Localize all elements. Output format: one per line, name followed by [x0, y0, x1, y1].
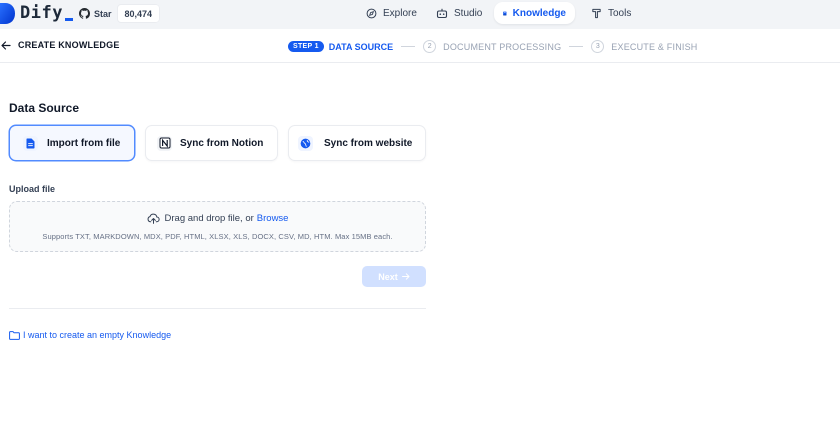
arrow-right-icon: [401, 273, 410, 280]
dify-logo-icon: [0, 2, 15, 24]
notion-icon: [159, 137, 170, 149]
step-1-badge: STEP 1: [288, 41, 324, 52]
sync-from-website-label: Sync from website: [324, 137, 413, 149]
robot-icon: [436, 8, 448, 18]
nav-explore-label: Explore: [383, 7, 417, 19]
nav-knowledge[interactable]: Knowledge: [494, 2, 575, 24]
stepper: STEP 1 DATA SOURCE 2 DOCUMENT PROCESSING…: [288, 40, 698, 53]
nav-tools-label: Tools: [608, 7, 632, 19]
compass-icon: [366, 8, 377, 18]
github-star-count: 80,474: [116, 4, 161, 23]
logo-cursor: [64, 17, 73, 21]
create-empty-knowledge-label: I want to create an empty Knowledge: [23, 330, 172, 340]
next-button[interactable]: Next: [362, 266, 426, 287]
step-divider: [401, 46, 416, 47]
globe-icon: [300, 138, 311, 148]
nav-knowledge-label: Knowledge: [512, 7, 566, 19]
github-icon: [79, 8, 90, 19]
sync-from-notion-label: Sync from Notion: [180, 137, 264, 149]
drop-text: Drag and drop file, or: [164, 213, 254, 224]
dify-logo[interactable]: Dify: [0, 1, 73, 25]
import-from-file-option[interactable]: Import from file: [9, 125, 135, 161]
github-star-button[interactable]: Star 80,474: [74, 4, 161, 23]
step-3-badge: 3: [591, 40, 605, 53]
step-1-label: DATA SOURCE: [328, 41, 394, 52]
upload-file-label: Upload file: [9, 184, 56, 194]
sync-from-notion-option[interactable]: Sync from Notion: [145, 125, 278, 161]
data-source-title: Data Source: [9, 101, 80, 115]
back-button[interactable]: CREATE KNOWLEDGE: [1, 40, 120, 50]
nav-studio-label: Studio: [454, 7, 483, 19]
top-navigation-bar: Dify Star 80,474 Explore Studio Knowledg…: [0, 0, 840, 29]
github-star-label: Star: [94, 8, 112, 19]
create-empty-knowledge-link[interactable]: I want to create an empty Knowledge: [9, 330, 171, 340]
supported-formats-text: Supports TXT, MARKDOWN, MDX, PDF, HTML, …: [42, 232, 393, 241]
app-name: Dify: [20, 3, 63, 23]
step-2-badge: 2: [423, 40, 437, 53]
next-button-label: Next: [378, 271, 398, 282]
browse-link[interactable]: Browse: [257, 213, 289, 224]
section-divider: [9, 308, 426, 309]
arrow-left-icon: [1, 40, 11, 50]
step-divider: [569, 46, 584, 47]
folder-icon: [9, 330, 20, 340]
nav-tools[interactable]: Tools: [582, 2, 640, 24]
import-from-file-label: Import from file: [47, 137, 121, 149]
file-dropzone[interactable]: Drag and drop file, or Browse Supports T…: [9, 201, 426, 252]
hammer-icon: [592, 8, 601, 18]
step-3-label: EXECUTE & FINISH: [611, 41, 698, 52]
cloud-upload-icon: [147, 213, 160, 224]
nav-studio[interactable]: Studio: [427, 2, 491, 24]
step-header: CREATE KNOWLEDGE STEP 1 DATA SOURCE 2 DO…: [0, 29, 840, 63]
nav-explore[interactable]: Explore: [357, 2, 426, 24]
page-title: CREATE KNOWLEDGE: [18, 40, 120, 50]
file-icon: [26, 138, 35, 148]
sync-from-website-option[interactable]: Sync from website: [288, 125, 426, 161]
step-2-label: DOCUMENT PROCESSING: [443, 41, 562, 52]
book-icon: [503, 11, 507, 15]
